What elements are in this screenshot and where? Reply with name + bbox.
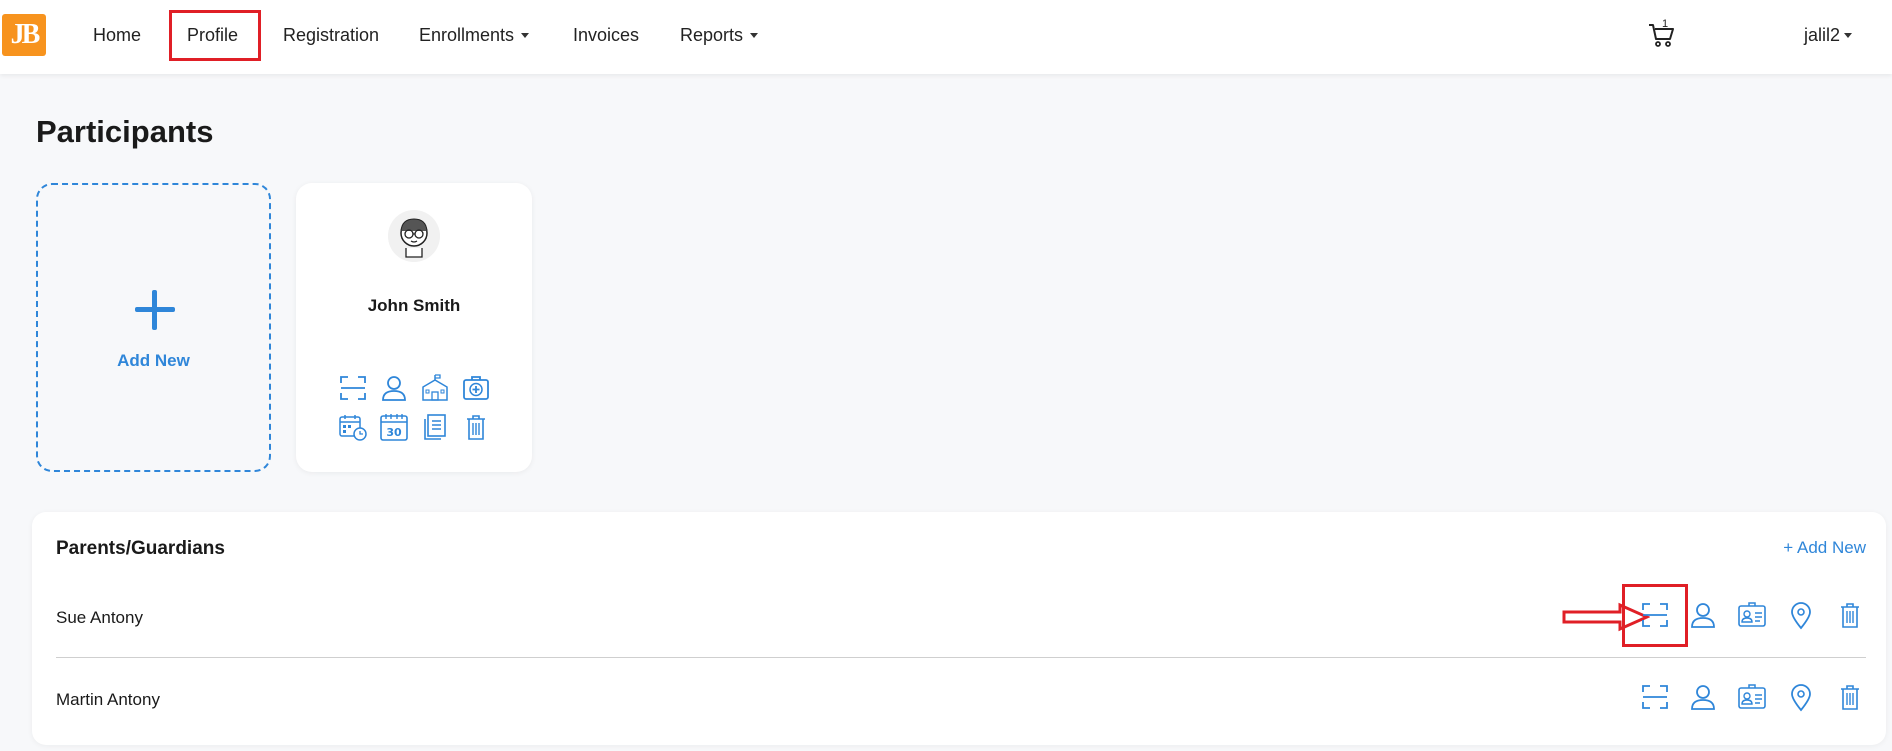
participant-card[interactable]: John Smith 30 [296, 183, 532, 472]
calendar-30-icon[interactable]: 30 [379, 412, 409, 442]
nav-enrollments[interactable]: Enrollments [419, 0, 530, 74]
location-icon[interactable] [1786, 682, 1816, 712]
nav-registration[interactable]: Registration [283, 0, 379, 74]
user-icon[interactable] [1688, 682, 1718, 712]
trash-icon[interactable] [1835, 682, 1865, 712]
calendar-clock-icon[interactable] [338, 412, 368, 442]
row-divider [56, 657, 1866, 658]
plus-icon [135, 290, 175, 330]
scan-icon[interactable] [338, 373, 368, 403]
brand-logo[interactable]: JB [2, 14, 46, 56]
add-guardian-button[interactable]: + Add New [1783, 538, 1866, 558]
medical-kit-icon[interactable] [461, 373, 491, 403]
avatar [388, 210, 440, 262]
guardians-title: Parents/Guardians [56, 538, 225, 559]
user-name: jalil2 [1804, 25, 1841, 45]
user-icon[interactable] [1688, 600, 1718, 630]
nav-reports[interactable]: Reports [680, 0, 759, 74]
school-icon[interactable] [420, 373, 450, 403]
parents-guardians-panel: Parents/Guardians + Add New Sue Antony M… [32, 512, 1886, 745]
nav-home[interactable]: Home [93, 0, 141, 74]
trash-icon[interactable] [1835, 600, 1865, 630]
chevron-down-icon [750, 32, 759, 38]
nav-invoices[interactable]: Invoices [573, 0, 639, 74]
trash-icon[interactable] [461, 412, 491, 442]
svg-text:30: 30 [386, 426, 402, 439]
page-title: Participants [36, 114, 214, 149]
chevron-down-icon [1844, 32, 1853, 38]
location-icon[interactable] [1786, 600, 1816, 630]
nav-reports-label: Reports [680, 25, 744, 45]
scan-icon[interactable] [1640, 682, 1670, 712]
documents-icon[interactable] [420, 412, 450, 442]
profile-highlight-box [169, 10, 261, 61]
add-participant-card[interactable]: Add New [36, 183, 271, 472]
add-new-label: Add New [117, 351, 190, 370]
participant-name: John Smith [367, 296, 461, 315]
guardian-name: Sue Antony [56, 608, 143, 627]
cart-count: 1 [1662, 18, 1669, 30]
user-menu[interactable]: jalil2 [1804, 0, 1853, 70]
nav-enrollments-label: Enrollments [419, 25, 515, 45]
id-card-icon[interactable] [1737, 682, 1767, 712]
scan-icon[interactable] [1640, 600, 1670, 630]
guardian-name: Martin Antony [56, 690, 160, 709]
id-card-icon[interactable] [1737, 600, 1767, 630]
user-icon[interactable] [379, 373, 409, 403]
top-navbar: JB Home Profile Registration Enrollments… [0, 0, 1892, 74]
chevron-down-icon [521, 32, 530, 38]
